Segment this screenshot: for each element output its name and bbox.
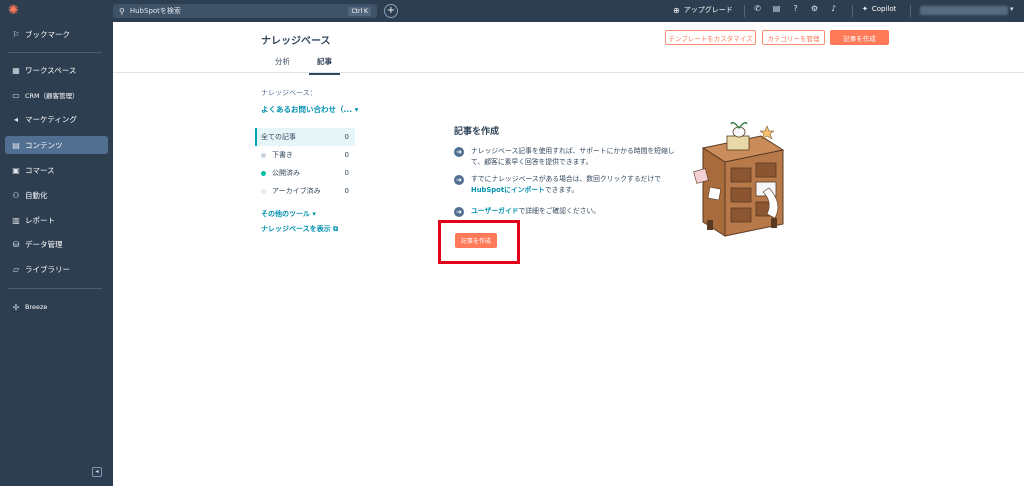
topbar-divider: [852, 5, 853, 17]
marketing-icon: ◂: [13, 114, 18, 124]
other-tools-dropdown[interactable]: その他のツール ▾: [261, 209, 316, 219]
breeze-icon: ✢: [12, 302, 20, 312]
customize-template-button[interactable]: テンプレートをカスタマイズ: [665, 30, 756, 45]
header-create-article-button[interactable]: 記事を作成: [830, 30, 889, 45]
upgrade-button[interactable]: ⊕ アップグレード: [673, 5, 733, 15]
global-search[interactable]: ⚲ HubSpotを検索 Ctrl K: [113, 4, 377, 18]
user-guide-link[interactable]: ユーザーガイド: [471, 207, 518, 215]
knowledge-base-dropdown[interactable]: よくあるお問い合わせ（... ▾: [261, 104, 358, 115]
sidebar-item-data-management[interactable]: ⛁ データ管理: [5, 235, 108, 253]
view-knowledge-base-link[interactable]: ナレッジベースを表示 ⧉: [261, 224, 338, 234]
workspace-icon: ▦: [12, 65, 20, 75]
phone-icon[interactable]: ✆: [748, 4, 767, 13]
highlight-annotation-box: [438, 220, 520, 264]
status-dot-icon: [261, 152, 266, 158]
sidebar-item-workspace[interactable]: ▦ ワークスペース: [5, 61, 108, 79]
main-content: ナレッジベース 分析 記事 テンプレートをカスタマイズ カテゴリーを管理 記事を…: [113, 22, 1024, 486]
upgrade-icon: ⊕: [673, 5, 680, 15]
arrow-right-icon: ➜: [454, 147, 464, 157]
article-filter-list: 全ての記事 0 下書き 0 公開済み 0 アーカイブ済み 0: [255, 128, 355, 200]
empty-state-bullet: ➜ ユーザーガイドで詳細をご確認ください。: [454, 206, 684, 217]
help-icon[interactable]: ?: [786, 4, 805, 13]
collapse-sidebar-icon[interactable]: ◂: [92, 467, 102, 477]
chevron-down-icon[interactable]: ▾: [1010, 5, 1014, 13]
status-dot-icon: [261, 188, 266, 194]
filing-cabinet-illustration: [693, 121, 785, 237]
sidebar-item-library[interactable]: ▱ ライブラリー: [5, 260, 108, 278]
arrow-right-icon: ➜: [454, 175, 464, 185]
search-shortcut-badge: Ctrl K: [348, 6, 371, 16]
sidebar-item-content[interactable]: ▤ コンテンツ: [5, 136, 108, 154]
filter-all-articles[interactable]: 全ての記事 0: [255, 128, 355, 146]
automation-icon: ⚇: [12, 190, 20, 200]
report-icon: ▥: [12, 215, 20, 225]
filter-archived[interactable]: アーカイブ済み 0: [255, 182, 355, 200]
top-navigation-bar: ✺ ⚲ HubSpotを検索 Ctrl K + ⊕ アップグレード ✆ ▤ ? …: [0, 0, 1024, 22]
empty-state-bullet: ➜ ナレッジベース記事を使用すれば、サポートにかかる時間を短縮して、顧客に素早く…: [454, 146, 684, 168]
knowledge-base-label: ナレッジベース：: [261, 89, 317, 97]
notification-bell-icon[interactable]: ♪: [824, 4, 843, 13]
sidebar-divider: [8, 288, 102, 289]
sidebar-divider: [8, 52, 102, 53]
import-link[interactable]: HubSpotにインポート: [471, 186, 545, 194]
sidebar-item-marketing[interactable]: ◂ マーケティング: [5, 110, 108, 128]
hubspot-logo-icon[interactable]: ✺: [8, 4, 22, 18]
arrow-right-icon: ➜: [454, 207, 464, 217]
bookmark-icon: ⚐: [12, 29, 20, 39]
manage-categories-button[interactable]: カテゴリーを管理: [762, 30, 825, 45]
left-sidebar: ⚐ ブックマーク ▦ ワークスペース ▭ CRM（顧客管理） ◂ マーケティング ▤ コン…: [0, 22, 113, 486]
search-icon: ⚲: [119, 6, 125, 16]
crm-icon: ▭: [12, 90, 20, 100]
sidebar-item-breeze[interactable]: ✢ Breeze: [5, 298, 108, 316]
page-title: ナレッジベース: [261, 36, 331, 47]
header-divider: [113, 72, 1024, 73]
sidebar-item-automation[interactable]: ⚇ 自動化: [5, 186, 108, 204]
search-input[interactable]: HubSpotを検索: [130, 6, 349, 16]
tab-analytics[interactable]: 分析: [275, 56, 290, 73]
commerce-icon: ▣: [12, 165, 20, 175]
empty-state-title: 記事を作成: [454, 127, 500, 137]
topbar-divider: [744, 5, 745, 17]
marketplace-icon[interactable]: ▤: [767, 4, 786, 13]
create-new-button[interactable]: +: [384, 4, 398, 18]
sparkle-icon: ✦: [862, 5, 868, 13]
account-menu-blurred[interactable]: [920, 6, 1008, 15]
external-link-icon: ⧉: [333, 225, 339, 233]
filter-published[interactable]: 公開済み 0: [255, 164, 355, 182]
content-icon: ▤: [12, 140, 20, 150]
empty-state-bullet: ➜ すでにナレッジベースがある場合は、数回クリックするだけで HubSpotにイン…: [454, 174, 684, 196]
data-icon: ⛁: [12, 239, 20, 249]
settings-gear-icon[interactable]: ⚙: [805, 4, 824, 13]
copilot-button[interactable]: ✦ Copilot: [862, 5, 896, 13]
filter-drafts[interactable]: 下書き 0: [255, 146, 355, 164]
library-icon: ▱: [12, 264, 20, 274]
topbar-icons: ✆ ▤ ? ⚙ ♪: [748, 4, 843, 13]
sidebar-item-commerce[interactable]: ▣ コマース: [5, 161, 108, 179]
status-dot-icon: [261, 170, 266, 176]
sidebar-item-reports[interactable]: ▥ レポート: [5, 211, 108, 229]
sidebar-item-bookmarks[interactable]: ⚐ ブックマーク: [5, 25, 108, 43]
topbar-divider: [910, 5, 911, 17]
sidebar-item-crm[interactable]: ▭ CRM（顧客管理）: [5, 86, 108, 104]
